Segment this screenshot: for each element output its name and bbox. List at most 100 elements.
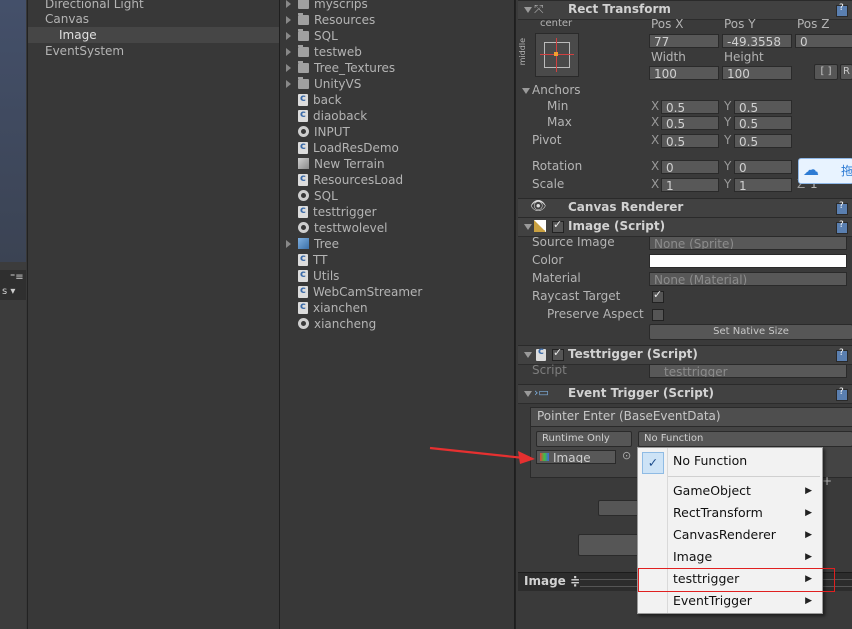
rotation-x-field[interactable]: 0 xyxy=(661,160,719,174)
scene-view-strip[interactable]: ⁼≡ s ▾ xyxy=(0,0,26,629)
menu-item-gameobject[interactable]: GameObject ▶ xyxy=(638,480,822,502)
hierarchy-item[interactable]: Image xyxy=(28,27,279,43)
pos-y-field[interactable]: -49.3558 xyxy=(722,34,792,48)
collapse-triangle-icon[interactable] xyxy=(524,224,532,230)
project-item[interactable]: Resources xyxy=(298,12,375,28)
project-item[interactable]: Tree xyxy=(298,236,339,252)
hierarchy-item[interactable]: EventSystem xyxy=(28,43,279,59)
expand-arrow-icon[interactable] xyxy=(286,80,291,88)
canvas-renderer-header[interactable]: 👁 Canvas Renderer xyxy=(518,198,852,218)
raycast-target-label: Raycast Target xyxy=(532,289,621,303)
project-item[interactable]: WebCamStreamer xyxy=(298,283,422,300)
menu-item-canvasrenderer[interactable]: CanvasRenderer ▶ xyxy=(638,524,822,546)
event-trigger-title: Event Trigger (Script) xyxy=(568,386,715,400)
project-item[interactable]: xianchen xyxy=(298,299,368,316)
collapse-triangle-icon[interactable] xyxy=(524,391,532,397)
project-item[interactable]: back xyxy=(298,91,342,108)
help-icon[interactable] xyxy=(836,348,848,362)
preview-label[interactable]: Image ≑ xyxy=(524,574,580,588)
anchor-max-x-field[interactable]: 0.5 xyxy=(661,116,719,130)
menu-item-recttransform[interactable]: RectTransform ▶ xyxy=(638,502,822,524)
scene-toolbar-dropdown[interactable]: s ▾ xyxy=(2,286,15,297)
pivot-y-field[interactable]: 0.5 xyxy=(734,134,792,148)
project-item[interactable]: SQL xyxy=(298,28,338,44)
unity-scene-icon xyxy=(298,222,309,233)
pos-z-field[interactable]: 0 xyxy=(795,34,852,48)
expand-arrow-icon[interactable] xyxy=(286,240,291,248)
testtrigger-enabled-checkbox[interactable] xyxy=(552,346,564,361)
scene-toolbar-menu-icon[interactable]: ⁼≡ xyxy=(10,272,24,283)
project-item[interactable]: SQL xyxy=(298,188,338,204)
hierarchy-panel[interactable]: Directional Light Canvas Image EventSystem xyxy=(27,0,280,629)
testtrigger-header[interactable]: Testtrigger (Script) xyxy=(518,345,852,365)
material-field[interactable]: None (Material) xyxy=(649,272,847,286)
source-image-label: Source Image xyxy=(532,235,615,249)
project-item[interactable]: testweb xyxy=(298,44,362,60)
project-item[interactable]: Utils xyxy=(298,267,339,284)
set-native-size-button[interactable]: Set Native Size xyxy=(649,324,852,340)
project-item[interactable]: TT xyxy=(298,251,327,268)
scale-y-field[interactable]: 1 xyxy=(734,178,792,192)
image-script-header[interactable]: Image (Script) xyxy=(518,217,852,237)
help-icon[interactable] xyxy=(836,201,848,215)
pivot-x-field[interactable]: 0.5 xyxy=(661,134,719,148)
project-item[interactable]: LoadResDemo xyxy=(298,139,399,156)
project-item[interactable]: testtrigger xyxy=(298,203,377,220)
raw-edit-button[interactable]: R xyxy=(840,64,852,80)
pos-x-field[interactable]: 77 xyxy=(649,34,719,48)
menu-item-eventtrigger[interactable]: EventTrigger ▶ xyxy=(638,590,822,612)
expand-arrow-icon[interactable] xyxy=(286,48,291,56)
anchors-foldout-icon[interactable] xyxy=(522,88,530,94)
preserve-aspect-checkbox[interactable] xyxy=(652,309,664,321)
blueprint-mode-button[interactable]: [ ] xyxy=(814,64,838,80)
menu-item-image[interactable]: Image ▶ xyxy=(638,546,822,568)
scale-x-field[interactable]: 1 xyxy=(661,178,719,192)
image-enabled-checkbox[interactable] xyxy=(552,218,564,233)
menu-item-label: No Function xyxy=(673,453,748,468)
width-field[interactable]: 100 xyxy=(649,66,719,80)
help-icon[interactable] xyxy=(836,3,848,17)
scene-toolbar[interactable]: ⁼≡ s ▾ xyxy=(0,270,26,300)
expand-arrow-icon[interactable] xyxy=(286,64,291,72)
project-item[interactable]: ResourcesLoad xyxy=(298,171,403,188)
source-image-field[interactable]: None (Sprite) xyxy=(649,236,847,250)
scale-x-axis-label: X xyxy=(651,177,660,191)
rotation-y-field[interactable]: 0 xyxy=(734,160,792,174)
project-item-label: myscrips xyxy=(314,0,368,11)
hierarchy-item[interactable]: Canvas xyxy=(28,11,279,27)
anchor-min-y-field[interactable]: 0.5 xyxy=(734,100,792,114)
floating-cloud-badge[interactable]: ☁ 拖 xyxy=(798,158,852,184)
object-picker-icon[interactable]: ⊙ xyxy=(622,449,631,462)
anchor-min-x-field[interactable]: 0.5 xyxy=(661,100,719,114)
project-item[interactable]: xiancheng xyxy=(298,316,376,332)
project-item[interactable]: INPUT xyxy=(298,124,350,140)
project-item[interactable]: Tree_Textures xyxy=(298,60,395,76)
anchor-presets-button[interactable] xyxy=(535,33,579,77)
expand-arrow-icon[interactable] xyxy=(286,0,291,8)
project-item[interactable]: testtwolevel xyxy=(298,220,387,236)
collapse-triangle-icon[interactable] xyxy=(524,7,532,13)
add-event-button[interactable]: + xyxy=(822,474,832,488)
project-item[interactable]: diaoback xyxy=(298,107,367,124)
collapse-triangle-icon[interactable] xyxy=(524,352,532,358)
anchor-max-y-field[interactable]: 0.5 xyxy=(734,116,792,130)
pivot-x-axis-label: X xyxy=(651,133,660,147)
project-panel[interactable]: myscrips Resources SQL testweb Tree_Textures… xyxy=(280,0,515,629)
raycast-target-checkbox[interactable] xyxy=(652,288,664,303)
script-field[interactable]: testtrigger xyxy=(649,364,847,378)
color-swatch[interactable] xyxy=(649,254,847,268)
expand-arrow-icon[interactable] xyxy=(286,32,291,40)
menu-item-no-function[interactable]: ✓ No Function xyxy=(638,450,822,474)
height-field[interactable]: 100 xyxy=(722,66,792,80)
help-icon[interactable] xyxy=(836,387,848,401)
runtime-dropdown[interactable]: Runtime Only xyxy=(536,431,632,447)
project-item-label: SQL xyxy=(314,189,338,203)
project-item[interactable]: myscrips xyxy=(298,0,368,12)
rect-transform-icon: ⤧ xyxy=(534,2,544,16)
expand-arrow-icon[interactable] xyxy=(286,16,291,24)
project-item[interactable]: UnityVS xyxy=(298,76,361,92)
function-dropdown[interactable]: No Function xyxy=(638,431,852,447)
project-item[interactable]: New Terrain xyxy=(298,156,385,172)
event-trigger-header[interactable]: ›▭ Event Trigger (Script) xyxy=(518,384,852,404)
help-icon[interactable] xyxy=(836,220,848,234)
